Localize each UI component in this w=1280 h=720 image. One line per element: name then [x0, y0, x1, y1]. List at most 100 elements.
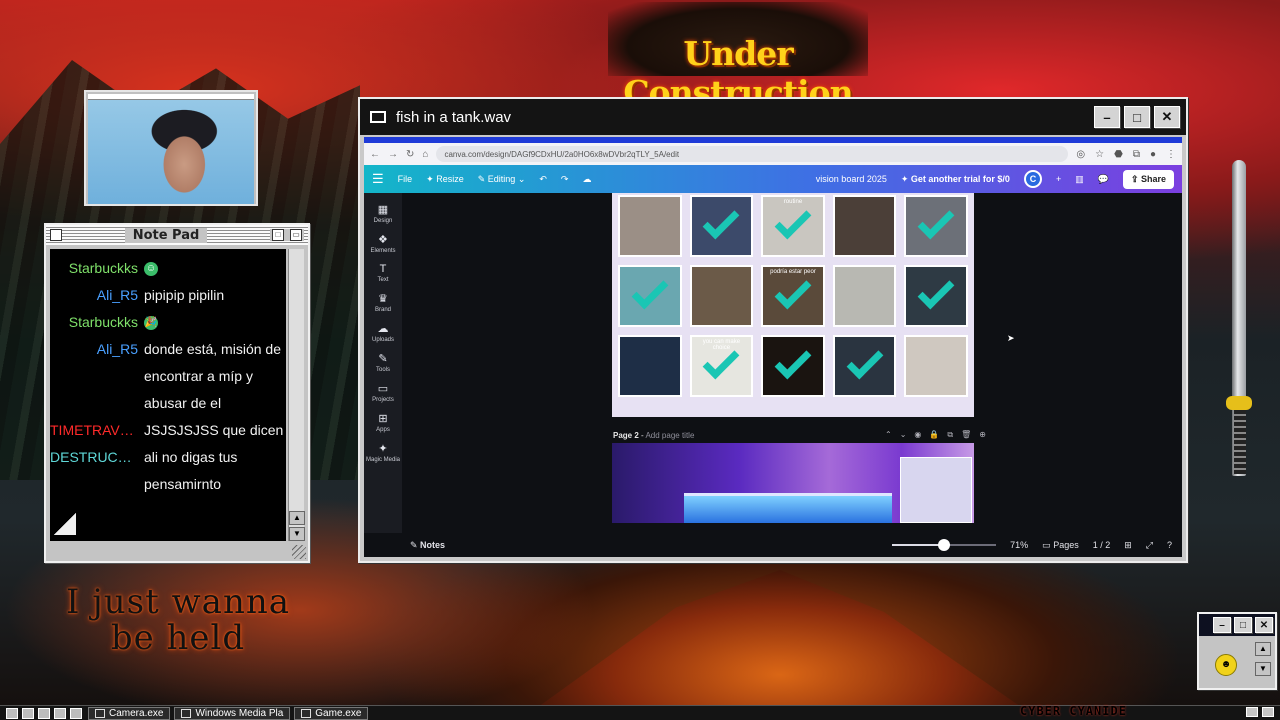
vision-board-tile[interactable] [832, 265, 897, 327]
mini-scroll-down-icon[interactable]: ▼ [1255, 662, 1271, 676]
page-2-label[interactable]: Page 2 - Add page title [613, 431, 694, 440]
browser-action-icons: ◎ ☆ ⬣ ⧉ ● ⋮ [1076, 149, 1176, 160]
vision-board-tile[interactable] [618, 195, 682, 257]
analytics-icon[interactable]: ▥ [1075, 174, 1084, 185]
zoom-level[interactable]: 71% [1010, 540, 1028, 550]
resize-grip-icon[interactable] [292, 545, 306, 559]
chat-text: pipipip pipilin [144, 287, 225, 303]
vision-board-tile[interactable] [832, 335, 897, 397]
puzzle-icon[interactable]: ⧉ [1133, 149, 1140, 160]
rail-item-magic-media[interactable]: ✦ Magic Media [366, 442, 400, 463]
grid-view-icon[interactable]: ⊞ [1124, 540, 1132, 551]
scroll-down-arrow-icon[interactable]: ▼ [289, 527, 305, 541]
hide-page-icon[interactable]: ◉ [914, 430, 921, 440]
extension-icon[interactable]: ⬣ [1114, 149, 1123, 160]
vision-board-tile[interactable]: podría estar peor [761, 265, 825, 327]
url-bar[interactable]: canva.com/design/DAGf9CDxHU/2a0HO6x8wDVb… [436, 146, 1069, 162]
chat-scrollbar[interactable]: ▲ ▼ [288, 249, 305, 541]
rail-item-projects[interactable]: ▭ Projects [372, 382, 394, 403]
vision-board-tile[interactable] [832, 195, 897, 257]
scroll-up-arrow-icon[interactable]: ▲ [289, 511, 305, 525]
delete-icon[interactable]: 🗑 [961, 430, 971, 440]
duplicate-icon[interactable]: ⧉ [947, 430, 953, 440]
vision-board-tile[interactable] [904, 195, 968, 257]
notepad-menu-icon[interactable] [50, 229, 62, 241]
zoom-slider-knob[interactable] [938, 539, 951, 551]
help-icon[interactable]: ? [1167, 540, 1172, 550]
taskbar-task-camera-exe[interactable]: Camera.exe [88, 706, 171, 720]
add-page-icon[interactable]: ⊕ [979, 430, 986, 440]
document-title[interactable]: vision board 2025 [816, 174, 887, 184]
lock-icon[interactable]: 🔒 [929, 430, 939, 440]
quick-launch-icon[interactable] [6, 707, 18, 719]
rail-item-elements[interactable]: ❖ Elements [370, 233, 395, 254]
close-button[interactable]: ✕ [1154, 106, 1180, 128]
rail-item-tools[interactable]: ✎ Tools [376, 352, 390, 373]
quick-launch-icon[interactable] [54, 707, 66, 719]
page-2-title-placeholder[interactable]: Add page title [645, 431, 694, 440]
add-collaborator-icon[interactable]: + [1056, 174, 1061, 184]
tray-icon[interactable] [1262, 707, 1274, 717]
notepad-maximize-button[interactable]: □ [272, 229, 284, 241]
mini-scroll-up-icon[interactable]: ▲ [1255, 642, 1271, 656]
editing-dropdown[interactable]: ✎ Editing ⌄ [478, 174, 526, 185]
rail-item-design[interactable]: ▦ Design [374, 203, 393, 224]
reload-icon[interactable]: ↻ [406, 149, 414, 160]
mini-scrollbar[interactable]: ▲ ▼ [1255, 642, 1271, 684]
quick-launch-icon[interactable] [38, 707, 50, 719]
redo-icon[interactable]: ↷ [561, 174, 569, 185]
maximize-button[interactable]: □ [1124, 106, 1150, 128]
avatar[interactable]: C [1023, 170, 1042, 188]
page-2-preview[interactable] [612, 443, 974, 523]
mini-minimize-button[interactable]: – [1213, 617, 1231, 633]
collapse-icon[interactable]: ⌃ [885, 430, 892, 440]
notepad-titlebar[interactable]: Note Pad □ ▭ [46, 225, 308, 245]
rail-item-uploads[interactable]: ☁ Uploads [372, 322, 394, 343]
share-button[interactable]: ⇪ Share [1122, 169, 1174, 189]
eye-off-icon[interactable]: ◎ [1076, 149, 1085, 160]
comment-icon[interactable]: 💬 [1098, 174, 1109, 185]
quick-launch-icon[interactable] [22, 707, 34, 719]
profile-icon[interactable]: ● [1150, 149, 1156, 160]
vision-board-tile[interactable] [761, 335, 825, 397]
notepad-restore-button[interactable]: ▭ [290, 229, 302, 241]
resize-button[interactable]: ✦ Resize [426, 174, 464, 185]
vision-board-tile[interactable] [618, 335, 682, 397]
pages-button[interactable]: ▭ Pages [1042, 540, 1079, 551]
vision-board-tile[interactable] [904, 335, 968, 397]
taskbar-task-windows-media-pla[interactable]: Windows Media Pla [174, 706, 291, 720]
cloud-save-icon[interactable]: ☁ [582, 174, 591, 185]
vision-board-tile[interactable]: you can make choice [689, 335, 754, 397]
canvas-area[interactable]: routine podría estar peor you can make cho… [402, 193, 1182, 533]
vision-board-tile[interactable] [904, 265, 968, 327]
star-icon[interactable]: ☆ [1095, 149, 1104, 160]
rail-item-text[interactable]: T Text [377, 263, 388, 283]
vision-board-tile[interactable] [618, 265, 682, 327]
mini-maximize-button[interactable]: □ [1234, 617, 1252, 633]
zoom-slider[interactable] [892, 539, 997, 551]
vision-board-tile[interactable] [689, 195, 754, 257]
mini-window-titlebar[interactable]: – □ ✕ [1199, 614, 1275, 636]
more-icon[interactable]: ⋮ [1166, 149, 1176, 160]
mini-close-button[interactable]: ✕ [1255, 617, 1273, 633]
taskbar-task-game-exe[interactable]: Game.exe [294, 706, 369, 720]
file-menu[interactable]: File [398, 174, 413, 184]
window-titlebar[interactable]: fish in a tank.wav – □ ✕ [360, 99, 1186, 135]
back-icon[interactable]: ← [370, 149, 380, 160]
notes-button[interactable]: ✎ Notes [410, 540, 445, 551]
home-icon[interactable]: ⌂ [422, 149, 428, 160]
forward-icon[interactable]: → [388, 149, 398, 160]
quick-launch-icon[interactable] [70, 707, 82, 719]
hamburger-menu-icon[interactable]: ☰ [372, 171, 384, 187]
vision-board-tile[interactable] [689, 265, 754, 327]
vision-board-tile[interactable]: routine [761, 195, 825, 257]
undo-icon[interactable]: ↶ [539, 174, 547, 185]
minimize-button[interactable]: – [1094, 106, 1120, 128]
trial-button[interactable]: ✦ Get another trial for $/0 [901, 174, 1010, 185]
rail-item-apps[interactable]: ⊞ Apps [376, 412, 390, 433]
rail-item-brand[interactable]: ♛ Brand [375, 292, 391, 313]
fullscreen-icon[interactable]: ⤢ [1146, 540, 1153, 551]
page-1-vision-board[interactable]: routine podría estar peor you can make cho… [612, 193, 974, 417]
tray-icon[interactable] [1246, 707, 1258, 717]
expand-icon[interactable]: ⌄ [900, 430, 907, 440]
